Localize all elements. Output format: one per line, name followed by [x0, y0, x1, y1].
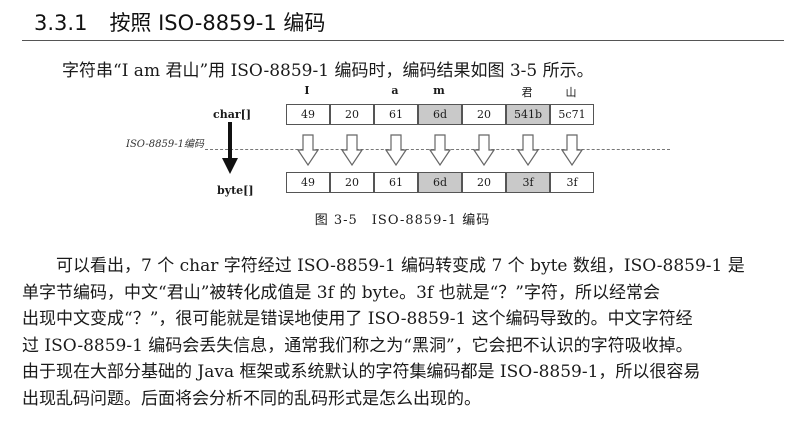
- down-arrow-icon: [341, 134, 363, 166]
- char-cell: 5c71: [550, 104, 594, 125]
- byte-cell: 3f: [550, 172, 594, 193]
- intro-text: 字符串“I am 君山”用 ISO-8859-1 编码时，编码结果如图 3-5 …: [62, 61, 594, 81]
- char-cell: 61: [374, 104, 418, 125]
- figure-caption: 图 3-5 ISO-8859-1 编码: [314, 213, 491, 228]
- char-array-label: char[]: [213, 108, 252, 121]
- paragraph-line: 由于现在大部分基础的 Java 框架或系统默认的字符集编码都是 ISO-8859…: [22, 362, 701, 382]
- paragraph-line: 过 ISO-8859-1 编码会丢失信息，通常我们称之为“黑洞”，它会把不认识的…: [22, 335, 693, 356]
- byte-cell: 6d: [418, 172, 462, 193]
- char-cell: 6d: [418, 104, 462, 125]
- char-label: 君: [521, 86, 533, 99]
- down-arrow-icon: [517, 134, 539, 166]
- byte-array-label: byte[]: [217, 184, 254, 197]
- down-arrow-icon: [561, 134, 583, 166]
- down-arrow-icon: [429, 134, 451, 166]
- char-cell: 20: [330, 104, 374, 125]
- char-cell: 20: [462, 104, 506, 125]
- byte-cell: 3f: [506, 172, 550, 193]
- char-label: m: [433, 84, 445, 97]
- char-label: I: [304, 84, 310, 97]
- char-label: a: [391, 84, 399, 97]
- section-title: 按照 ISO-8859-1 编码: [109, 11, 326, 35]
- byte-cell: 49: [286, 172, 330, 193]
- body-paragraph: 可以看出，7 个 char 字符经过 ISO-8859-1 编码转变成 7 个 …: [22, 253, 797, 412]
- byte-cell: 20: [462, 172, 506, 193]
- encoding-label: ISO-8859-1编码: [126, 139, 204, 150]
- big-down-arrow-icon: [222, 122, 238, 174]
- section-heading: 3.3.1 按照 ISO-8859-1 编码: [22, 6, 784, 41]
- char-cell: 541b: [506, 104, 550, 125]
- down-arrow-icon: [385, 134, 407, 166]
- byte-cell: 20: [330, 172, 374, 193]
- char-cell: 49: [286, 104, 330, 125]
- down-arrow-icon: [297, 134, 319, 166]
- paragraph-line: 出现乱码问题。后面将会分析不同的乱码形式是怎么出现的。: [22, 388, 481, 409]
- paragraph-line: 出现中文变成“？”，很可能就是错误地使用了 ISO-8859-1 这个编码导致的…: [22, 309, 693, 329]
- paragraph-line: 单字节编码，中文“君山”被转化成值是 3f 的 byte。3f 也就是“？”字符…: [22, 282, 660, 303]
- paragraph-line: 可以看出，7 个 char 字符经过 ISO-8859-1 编码转变成 7 个 …: [56, 256, 745, 276]
- byte-cell: 61: [374, 172, 418, 193]
- char-label: 山: [565, 86, 577, 99]
- section-number: 3.3.1: [34, 11, 88, 35]
- down-arrow-icon: [473, 134, 495, 166]
